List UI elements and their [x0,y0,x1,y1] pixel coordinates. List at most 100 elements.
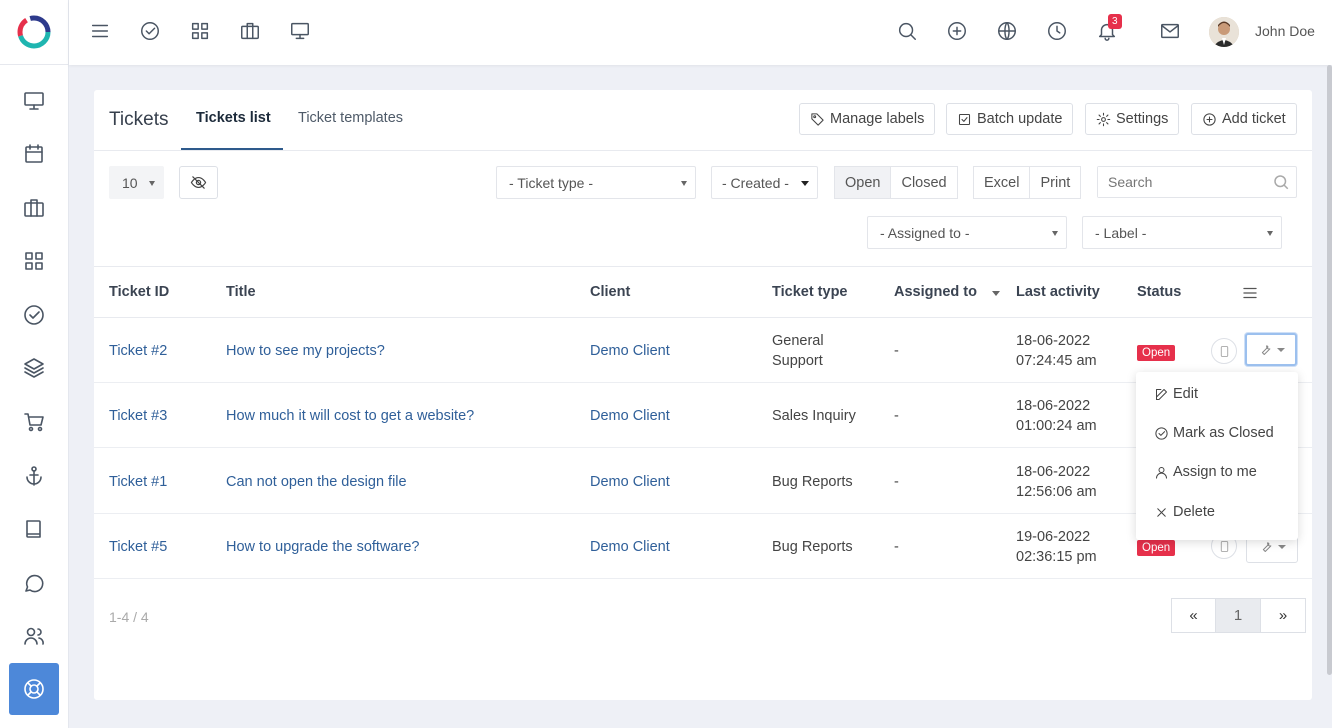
notifications-button[interactable]: 3 [1096,14,1122,44]
sidebar-item-anchor[interactable] [9,450,59,502]
globe-icon [998,22,1016,40]
edit-menu-item[interactable]: Edit [1154,386,1198,402]
ticket-id-link[interactable]: Ticket #3 [109,406,167,426]
clock-icon [1048,22,1066,40]
column-ticket-type[interactable]: Ticket type [772,284,848,300]
row-actions-button[interactable] [1245,333,1297,366]
column-visibility-button[interactable] [179,166,218,199]
column-client[interactable]: Client [590,284,630,300]
tab-ticket-templates[interactable]: Ticket templates [298,110,403,126]
assign-to-me-menu-item[interactable]: Assign to me [1154,464,1257,480]
excel-button[interactable]: Excel [973,166,1031,199]
sidebar-item-apps[interactable] [9,235,59,287]
edit-icon [1156,388,1167,400]
sidebar-item-events[interactable] [9,128,59,180]
mark-closed-label: Mark as Closed [1173,425,1274,441]
label-select[interactable]: - Label - [1082,216,1282,249]
client-link[interactable]: Demo Client [590,406,670,426]
sidebar-item-messages[interactable] [9,557,59,609]
row-toggle-button[interactable] [1211,338,1237,364]
sidebar-item-projects[interactable] [9,182,59,234]
dashboard-shortcut[interactable] [289,20,313,44]
messages-button[interactable] [1159,20,1183,44]
menu-toggle-button[interactable] [89,20,113,44]
sidebar-item-team[interactable] [9,610,59,662]
language-button[interactable] [996,20,1020,44]
sidebar-item-help[interactable] [9,663,59,715]
status-open-toggle[interactable]: Open [834,166,892,199]
tag-icon [811,112,824,126]
monitor-icon [24,92,44,110]
client-link[interactable]: Demo Client [590,537,670,557]
search-input[interactable] [1098,167,1268,197]
delete-menu-item[interactable]: Delete [1154,504,1215,520]
column-last-activity[interactable]: Last activity [1016,284,1100,300]
ticket-title-link[interactable]: Can not open the design file [226,472,407,492]
column-title[interactable]: Title [226,284,256,300]
page-scrollbar[interactable] [1327,65,1332,675]
ticket-type-text: Bug Reports [772,539,853,555]
next-page-button[interactable]: » [1261,598,1306,633]
table-header: Ticket ID Title Client Ticket type Assig… [94,266,1312,318]
gear-icon [1096,112,1111,126]
current-page-button[interactable]: 1 [1216,598,1261,633]
tasks-shortcut[interactable] [139,20,163,44]
created-select[interactable]: - Created - [711,166,818,199]
plus-circle-icon [948,22,966,40]
row-actions-dropdown: Edit Mark as Closed Assign to me Delete [1136,372,1298,540]
delete-label: Delete [1173,504,1215,520]
settings-button[interactable]: Settings [1085,103,1180,135]
edit-label: Edit [1173,386,1198,402]
client-link[interactable]: Demo Client [590,341,670,361]
user-name[interactable]: John Doe [1255,23,1315,39]
batch-update-button[interactable]: Batch update [946,103,1074,135]
sidebar-item-tasks[interactable] [9,289,59,341]
tab-tickets-list[interactable]: Tickets list [196,110,271,126]
column-menu-icon[interactable] [1241,284,1259,302]
projects-shortcut[interactable] [239,20,263,44]
sort-desc-icon[interactable] [992,291,1000,296]
settings-label: Settings [1116,111,1169,127]
timer-button[interactable] [1046,20,1070,44]
ticket-type-text: Sales Inquiry [772,408,856,424]
checkbox-icon [958,113,971,125]
manage-labels-button[interactable]: Manage labels [799,103,936,135]
client-link[interactable]: Demo Client [590,472,670,492]
search-box [1097,166,1297,198]
hamburger-icon [91,24,109,38]
column-assigned-to[interactable]: Assigned to [894,284,977,300]
ticket-title-link[interactable]: How much it will cost to get a website? [226,406,474,426]
sidebar-item-dashboard[interactable] [9,75,59,127]
apps-shortcut[interactable] [189,20,213,44]
column-status[interactable]: Status [1137,284,1181,300]
logo-icon [17,15,51,49]
ticket-title-link[interactable]: How to see my projects? [226,341,385,361]
add-ticket-button[interactable]: Add ticket [1191,103,1297,135]
quick-add-button[interactable] [946,20,970,44]
status-closed-toggle[interactable]: Closed [891,166,958,199]
column-ticket-id[interactable]: Ticket ID [109,284,169,300]
search-button[interactable] [896,20,920,44]
ticket-type-select[interactable]: - Ticket type - [496,166,696,199]
mark-closed-menu-item[interactable]: Mark as Closed [1154,425,1274,441]
print-button[interactable]: Print [1030,166,1082,199]
layers-icon [24,358,44,378]
last-activity-date: 18-06-2022 [1016,464,1091,480]
sidebar-item-layers[interactable] [9,342,59,394]
wrench-icon [1262,542,1271,552]
page-size-select[interactable]: 10 [109,166,164,199]
ticket-id-link[interactable]: Ticket #1 [109,472,167,492]
ticket-id-link[interactable]: Ticket #5 [109,537,167,557]
sidebar-item-knowledge[interactable] [9,503,59,555]
prev-page-button[interactable]: « [1171,598,1216,633]
table-row: Ticket #3 How much it will cost to get a… [94,383,1312,448]
wrench-icon [1261,345,1270,355]
avatar[interactable] [1209,17,1239,47]
assigned-text: - [894,343,899,359]
sidebar-item-store[interactable] [9,396,59,448]
ticket-title-link[interactable]: How to upgrade the software? [226,537,419,557]
ticket-type-text-cont: Support [772,353,823,369]
app-logo[interactable] [0,0,68,65]
ticket-id-link[interactable]: Ticket #2 [109,341,167,361]
assigned-to-select[interactable]: - Assigned to - [867,216,1067,249]
